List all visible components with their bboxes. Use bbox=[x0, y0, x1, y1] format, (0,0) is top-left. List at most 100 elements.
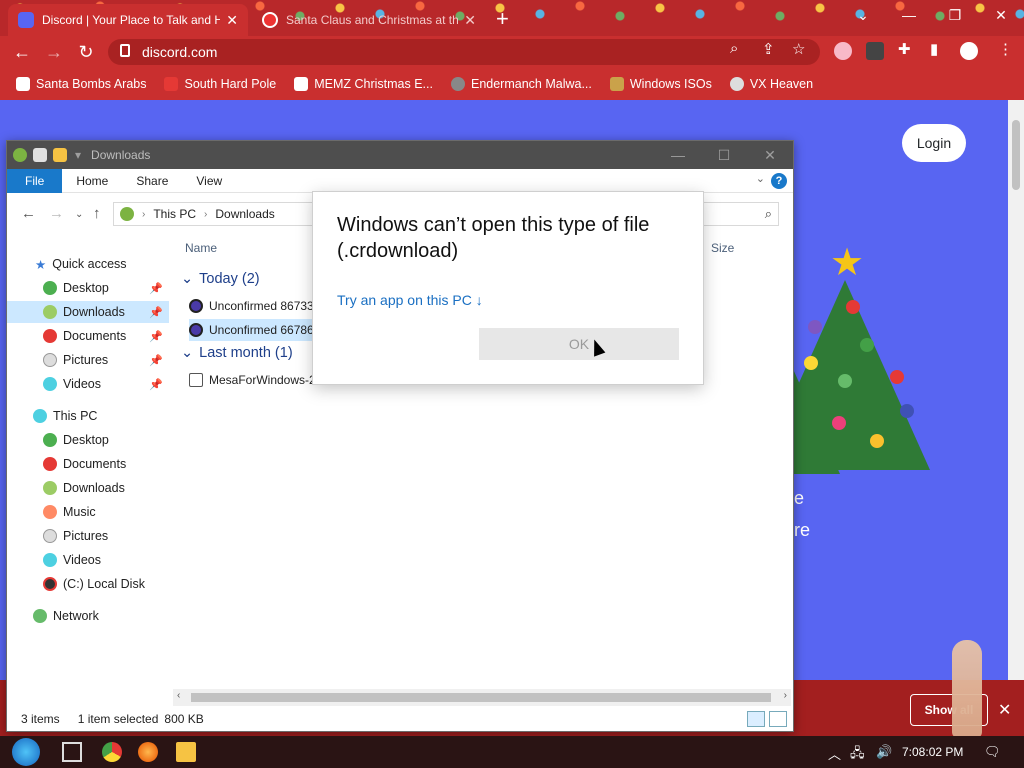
quick-access-dropdown-icon[interactable]: ▾ bbox=[75, 148, 81, 162]
close-icon[interactable]: ✕ bbox=[998, 700, 1011, 720]
new-folder-icon[interactable] bbox=[53, 148, 67, 162]
breadcrumb-item[interactable]: Downloads bbox=[215, 207, 274, 221]
bookmark-item[interactable]: Windows ISOs bbox=[609, 77, 712, 91]
search-icon[interactable]: ⌕ bbox=[730, 40, 738, 57]
nav-item-music[interactable]: Music bbox=[7, 501, 169, 523]
tab-home[interactable]: Home bbox=[62, 169, 122, 193]
search-input[interactable]: ⌕ bbox=[703, 202, 779, 226]
properties-icon[interactable] bbox=[33, 148, 47, 162]
column-header-name[interactable]: Name bbox=[185, 241, 217, 255]
scrollbar-thumb[interactable] bbox=[191, 693, 771, 702]
explorer-app-icon bbox=[13, 148, 27, 162]
tab-santa[interactable]: Santa Claus and Christmas at the ✕ bbox=[252, 4, 486, 36]
volume-icon[interactable]: 🔊 bbox=[876, 744, 892, 760]
notifications-icon[interactable]: 🗨 bbox=[984, 744, 1001, 760]
nav-item-videos[interactable]: Videos bbox=[7, 549, 169, 571]
minimize-button[interactable]: — bbox=[886, 0, 932, 30]
details-view-icon[interactable] bbox=[747, 711, 765, 727]
star-icon: ★ bbox=[830, 242, 865, 284]
recent-locations-icon[interactable]: ⌄ bbox=[75, 209, 83, 220]
new-tab-button[interactable]: + bbox=[496, 6, 509, 32]
group-header-today[interactable]: ⌄ Today (2) bbox=[181, 271, 260, 287]
tab-search-icon[interactable]: ⌄ bbox=[840, 0, 886, 30]
ok-button[interactable]: OK bbox=[479, 328, 679, 360]
star-icon[interactable]: ☆ bbox=[792, 40, 805, 58]
file-item[interactable]: Unconfirmed 867331 bbox=[189, 295, 329, 317]
close-tab-icon[interactable]: ✕ bbox=[226, 12, 238, 29]
file-explorer-icon[interactable] bbox=[176, 742, 196, 762]
nav-quick-access[interactable]: ★ Quick access bbox=[7, 253, 169, 275]
reload-icon[interactable]: ↻ bbox=[74, 40, 98, 64]
close-window-button[interactable]: ✕ bbox=[978, 0, 1024, 30]
bookmark-item[interactable]: MEMZ Christmas E... bbox=[294, 77, 433, 91]
ornament bbox=[860, 338, 874, 352]
nav-item-videos[interactable]: Videos 📌 bbox=[7, 373, 169, 395]
nav-item-documents[interactable]: Documents bbox=[7, 453, 169, 475]
documents-icon bbox=[43, 457, 57, 471]
nav-item-pictures[interactable]: Pictures bbox=[7, 525, 169, 547]
nav-item-desktop[interactable]: Desktop bbox=[7, 429, 169, 451]
close-tab-icon[interactable]: ✕ bbox=[464, 12, 476, 29]
back-icon[interactable]: ← bbox=[10, 40, 34, 64]
login-button[interactable]: Login bbox=[902, 124, 966, 162]
clock[interactable]: 7:08:02 PM bbox=[902, 745, 963, 759]
start-button[interactable] bbox=[12, 738, 40, 766]
menu-kebab-icon[interactable]: ⋮ bbox=[998, 40, 1013, 58]
file-item[interactable]: Unconfirmed 667863 bbox=[189, 319, 329, 341]
bookmark-item[interactable]: Endermanch Malwa... bbox=[450, 77, 592, 91]
dialog-title: Windows can’t open this type of file (.c… bbox=[337, 214, 650, 262]
maximize-button[interactable]: ☐ bbox=[701, 141, 747, 169]
expand-ribbon-icon[interactable]: ⌄ bbox=[756, 172, 765, 185]
tab-view[interactable]: View bbox=[182, 169, 236, 193]
breadcrumb-item[interactable]: This PC bbox=[153, 207, 196, 221]
scroll-left-icon[interactable]: ‹ bbox=[177, 690, 180, 701]
bookmark-icon bbox=[450, 77, 465, 91]
extension-s-icon[interactable] bbox=[866, 42, 884, 60]
network-icon[interactable]: 🖧 bbox=[850, 744, 865, 766]
nav-item-pictures[interactable]: Pictures 📌 bbox=[7, 349, 169, 371]
horizontal-scrollbar[interactable]: ‹ › bbox=[173, 689, 791, 706]
back-icon[interactable]: ← bbox=[21, 205, 36, 222]
profile-avatar-icon[interactable] bbox=[960, 42, 978, 60]
task-view-icon[interactable] bbox=[62, 742, 82, 762]
nav-item-documents[interactable]: Documents 📌 bbox=[7, 325, 169, 347]
chrome-icon[interactable] bbox=[102, 742, 122, 762]
side-panel-icon[interactable]: ▮ bbox=[930, 40, 938, 58]
path-bar[interactable]: › This PC › Downloads bbox=[113, 202, 313, 226]
show-hidden-icons-icon[interactable]: ︿ bbox=[828, 744, 841, 763]
extension-flag-icon[interactable] bbox=[834, 42, 852, 60]
scroll-right-icon[interactable]: › bbox=[784, 690, 787, 701]
nav-item-downloads[interactable]: Downloads 📌 bbox=[7, 301, 169, 323]
ornament bbox=[838, 374, 852, 388]
help-icon[interactable]: ? bbox=[771, 173, 787, 189]
share-icon[interactable]: ⇪ bbox=[762, 40, 775, 58]
bookmark-item[interactable]: Santa Bombs Arabs bbox=[16, 77, 146, 91]
nav-item-local-disk[interactable]: (C:) Local Disk bbox=[7, 573, 169, 595]
address-bar[interactable]: discord.com bbox=[108, 39, 820, 65]
minimize-button[interactable]: — bbox=[655, 141, 701, 169]
close-window-button[interactable]: ✕ bbox=[747, 141, 793, 169]
bookmark-item[interactable]: VX Heaven bbox=[729, 77, 813, 91]
tab-discord[interactable]: Discord | Your Place to Talk and Hang Ou… bbox=[8, 4, 248, 36]
restore-button[interactable]: ❐ bbox=[932, 0, 978, 30]
file-item[interactable]: MesaForWindows-20 bbox=[189, 369, 329, 391]
try-app-link[interactable]: Try an app on this PC ↓ bbox=[337, 292, 483, 308]
forward-icon[interactable]: → bbox=[49, 205, 64, 222]
bookmark-item[interactable]: South Hard Pole bbox=[164, 77, 276, 91]
nav-item-downloads[interactable]: Downloads bbox=[7, 477, 169, 499]
firefox-icon[interactable] bbox=[138, 742, 158, 762]
scrollbar-thumb[interactable] bbox=[1012, 120, 1020, 190]
forward-icon[interactable]: → bbox=[42, 40, 66, 64]
tab-file[interactable]: File bbox=[7, 168, 63, 193]
nav-network[interactable]: Network bbox=[7, 605, 169, 627]
group-header-last-month[interactable]: ⌄ Last month (1) bbox=[181, 345, 293, 361]
column-header-size[interactable]: Size bbox=[711, 241, 734, 255]
extensions-puzzle-icon[interactable]: ✚ bbox=[898, 40, 911, 58]
large-icons-view-icon[interactable] bbox=[769, 711, 787, 727]
tab-share[interactable]: Share bbox=[122, 169, 182, 193]
nav-this-pc[interactable]: This PC bbox=[7, 405, 169, 427]
up-icon[interactable]: ↑ bbox=[93, 205, 101, 222]
nav-item-desktop[interactable]: Desktop 📌 bbox=[7, 277, 169, 299]
page-scrollbar[interactable] bbox=[1008, 100, 1024, 680]
page-text-fragment: re bbox=[794, 520, 811, 540]
